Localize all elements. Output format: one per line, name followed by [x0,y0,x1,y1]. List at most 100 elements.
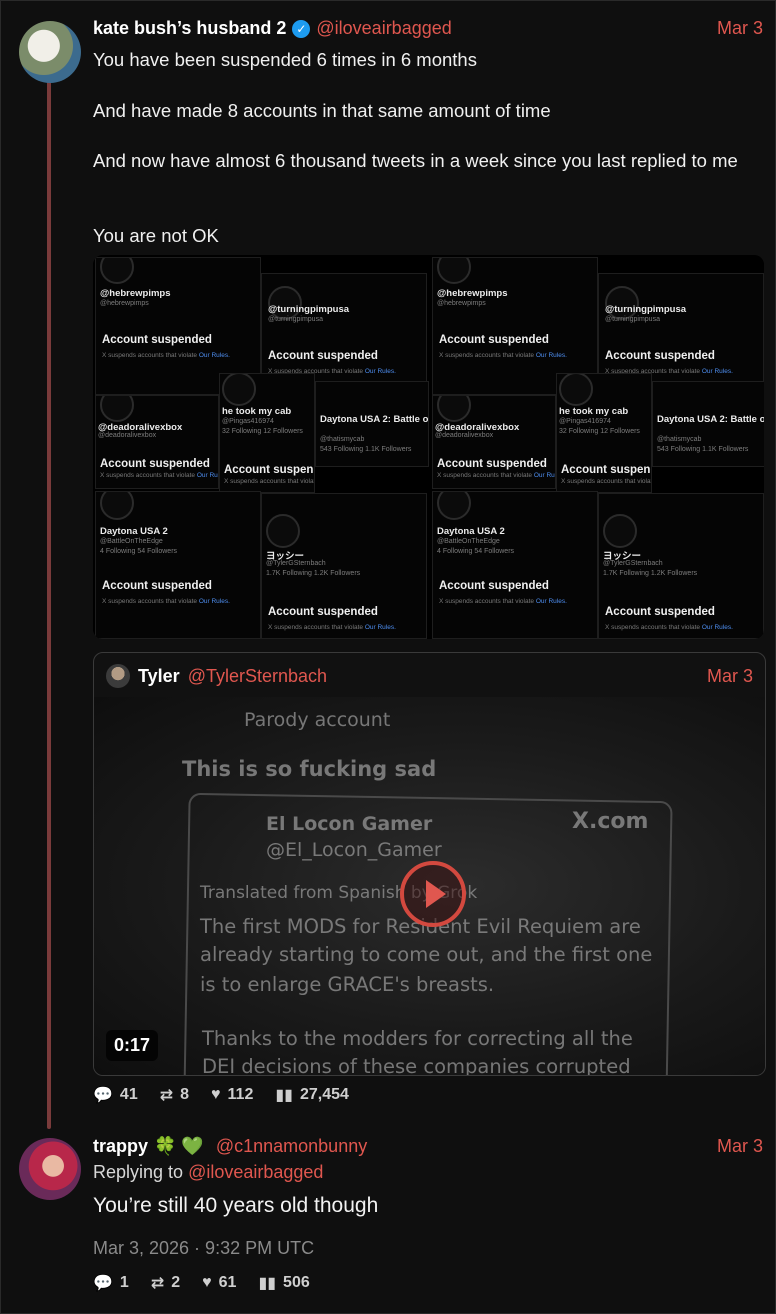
screenshot-rules-link: Our Rules. [534,352,567,359]
bar-chart-icon: ▮▮ [275,1087,293,1104]
screenshot-handle: @TylerGSternbach [266,560,326,567]
screenshot-status: Account suspended [439,580,549,592]
video-text-parody: Parody account [244,709,391,731]
screenshot-follow-stats: 1.7K Following 1.2K Followers [603,570,698,577]
video-text-inner-name: El Locon Gamer [266,813,433,835]
screenshot-note: X suspends accounts that violate Our Rul… [437,472,555,479]
quote-username-handle[interactable]: @TylerSternbach [188,666,327,687]
video-text-site: X.com [572,809,649,834]
video-text-body: is to enlarge GRACE's breasts. [200,973,495,996]
screenshot-note: X suspends accounts that violate Our Rul… [605,624,733,631]
quote-display-name[interactable]: Tyler [138,666,180,687]
bar-chart-icon: ▮▮ [258,1275,277,1292]
quote-header: Tyler @TylerSternbach Mar 3 [106,663,753,689]
screenshot-rules-link: Our Rules. [700,624,733,631]
screenshot-note: X suspends accounts that violate Our Rul… [439,352,567,359]
username-handle[interactable]: @iloveairbagged [316,18,451,39]
profile-picture-placeholder [603,514,637,548]
screenshot-note: X suspends accounts that violate Our Rul… [102,352,230,359]
quoted-tweet[interactable]: Tyler @TylerSternbach Mar 3 Parody accou… [93,652,766,1076]
profile-picture-placeholder [559,374,593,406]
like-stat[interactable]: ♥ 112 [211,1085,253,1105]
screenshot-username: Daytona USA 2 [437,526,505,537]
quote-date[interactable]: Mar 3 [707,666,753,687]
tweet-text-line: And have made 8 accounts in that same am… [93,100,551,121]
retweet-count: 2 [171,1274,181,1291]
retweet-count: 8 [180,1086,190,1103]
screenshot-note: X suspends accounts that violate Our Rul… [439,598,567,605]
tweet-timestamp[interactable]: Mar 3, 2026 · 9:32 PM UTC [93,1238,314,1259]
views-stat[interactable]: ▮▮ 27,454 [275,1085,349,1105]
username-handle[interactable]: @c1nnamonbunny [216,1136,367,1157]
screenshot-status: Account suspended [439,334,549,346]
video-text-body: already starting to come out, and the fi… [200,943,653,966]
suspended-account-screenshot: Daytona USA 2: Battle on the Edge 🔒 @that… [652,381,764,467]
thread-connector-line [47,81,51,1129]
reply-stat[interactable]: 💬 1 [93,1273,129,1293]
screenshot-status: Account suspended [268,606,378,618]
screenshot-handle: @thatismycab [320,436,365,443]
video-text-body: Thanks to the modders for correcting all… [202,1027,633,1050]
quote-avatar[interactable] [106,664,130,688]
screenshot-handle: @BattleOnTheEdge [437,538,500,545]
reply-stat[interactable]: 💬 41 [93,1085,138,1105]
timeline: kate bush’s husband 2 ✓ @iloveairbagged … [0,0,776,1314]
tweet-header: kate bush’s husband 2 ✓ @iloveairbagged [93,18,452,39]
screenshot-status: Account suspended [100,458,210,470]
tweet-date[interactable]: Mar 3 [717,1136,763,1157]
screenshot-handle: @turningpimpusa [268,316,323,323]
display-name[interactable]: trappy [93,1136,148,1157]
tweet-stats: 💬 41 ⇄ 8 ♥ 112 ▮▮ 27,454 [93,1085,349,1105]
profile-picture-placeholder [266,514,300,548]
screenshot-handle: @Pingas416974 [222,418,274,425]
screenshot-handle: @thatismycab [657,436,702,443]
avatar[interactable] [19,1138,81,1200]
name-emoji: 🍀 💚 [154,1136,204,1156]
avatar[interactable] [19,21,81,83]
verified-badge-icon: ✓ [292,19,311,38]
tweet-text: You’re still 40 years old though [93,1194,379,1217]
screenshot-status: Account suspended [605,606,715,618]
play-button-icon[interactable] [400,861,466,927]
profile-picture-placeholder [437,396,471,422]
suspended-account-screenshot: @deadoralivexbox @deadoralivexbox Account … [432,395,556,489]
screenshot-note: X suspends accounts that violate Our Rul… [561,478,652,485]
screenshot-status: Account suspended [224,464,314,476]
screenshot-handle: @TylerGSternbach [603,560,663,567]
screenshot-handle: @hebrewpimps [100,300,149,307]
screenshot-handle: @hebrewpimps [437,300,486,307]
tweet-date[interactable]: Mar 3 [717,18,763,39]
screenshot-status: Account suspended [437,458,547,470]
views-stat[interactable]: ▮▮ 506 [258,1273,309,1293]
screenshot-follow-stats: 4 Following 54 Followers [100,548,178,555]
screenshot-handle: @BattleOnTheEdge [100,538,163,545]
suspended-account-screenshot: he took my cab @Pingas416974 32 Following … [219,373,315,493]
screenshot-rules-link: Our Rules. [363,624,396,631]
screenshot-handle: @deadoralivexbox [98,432,157,439]
suspended-account-screenshot: Daytona USA 2 @BattleOnTheEdge 4 Following… [432,491,598,639]
retweet-stat[interactable]: ⇄ 2 [151,1273,180,1293]
screenshot-handle: @Pingas416974 [559,418,611,425]
suspended-account-screenshot: ヨッシー @TylerGSternbach 1.7K Following 1.2K … [598,493,764,639]
reply-count: 41 [119,1086,138,1103]
tweet-image[interactable]: @hebrewpimps @hebrewpimps Account suspende… [93,255,764,639]
collage-right: @hebrewpimps @hebrewpimps Account suspende… [430,255,764,639]
screenshot-rules-link: Our Rules. [197,598,230,605]
retweet-stat[interactable]: ⇄ 8 [160,1085,189,1105]
screenshot-follow-stats: 543 Following 1.1K Followers [657,446,749,453]
screenshot-status: Account suspended [268,350,378,362]
like-count: 112 [227,1086,254,1103]
video-player[interactable]: Parody account This is so fucking sad El… [94,697,765,1075]
profile-picture-placeholder [100,258,134,284]
comment-icon: 💬 [93,1275,113,1292]
screenshot-username: @turningpimpusa [605,304,687,315]
screenshot-note: X suspends accounts that violate Our Rul… [268,624,396,631]
like-stat[interactable]: ♥ 61 [202,1273,236,1293]
replying-to: Replying to @iloveairbagged [93,1162,323,1183]
replying-handle-link[interactable]: @iloveairbagged [188,1162,323,1182]
display-name[interactable]: kate bush’s husband 2 [93,18,286,39]
video-text-body: DEI decisions of these companies corrupt… [202,1055,631,1075]
tweet-header: trappy 🍀 💚 @c1nnamonbunny [93,1136,367,1157]
suspended-account-screenshot: he took my cab @Pingas416974 32 Following … [556,373,652,493]
screenshot-username: he took my cab [559,406,629,417]
